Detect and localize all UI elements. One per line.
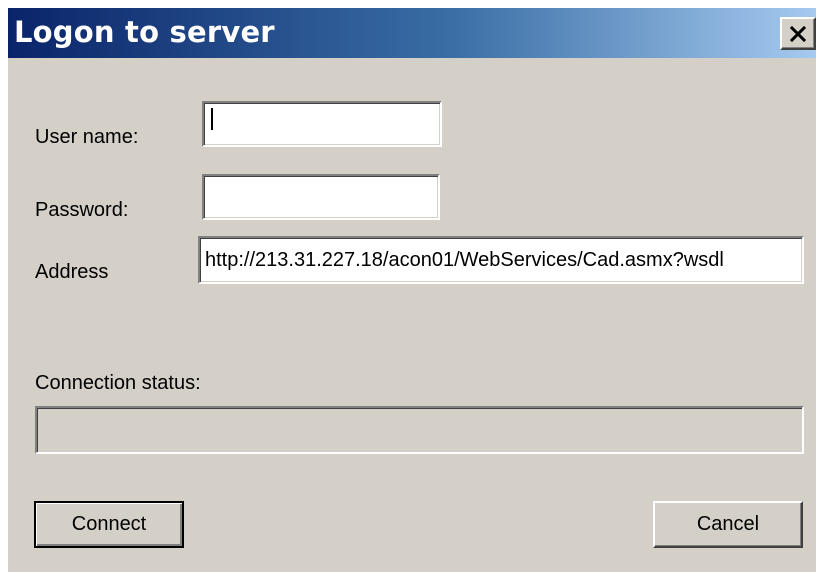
title-bar[interactable]: Logon to server [8, 8, 816, 58]
address-input[interactable] [200, 238, 802, 282]
password-input[interactable] [204, 176, 438, 218]
window-title: Logon to server [14, 15, 275, 49]
username-field[interactable] [202, 101, 442, 147]
text-caret [211, 108, 213, 130]
connect-button-label: Connect [71, 513, 147, 535]
close-button[interactable] [780, 17, 816, 50]
logon-dialog: Logon to server User name: Password: Add… [8, 8, 816, 572]
username-label: User name: [35, 126, 139, 148]
password-field[interactable] [202, 174, 440, 220]
password-label: Password: [35, 199, 129, 221]
address-field[interactable] [198, 236, 804, 284]
connect-button[interactable]: Connect [34, 501, 184, 548]
connection-status-label: Connection status: [35, 372, 201, 394]
close-x-icon [790, 25, 806, 42]
cancel-button-label: Cancel [696, 513, 760, 535]
connection-status-field [35, 406, 804, 454]
address-label: Address [35, 261, 109, 283]
username-input[interactable] [204, 103, 440, 145]
cancel-button[interactable]: Cancel [653, 501, 803, 548]
